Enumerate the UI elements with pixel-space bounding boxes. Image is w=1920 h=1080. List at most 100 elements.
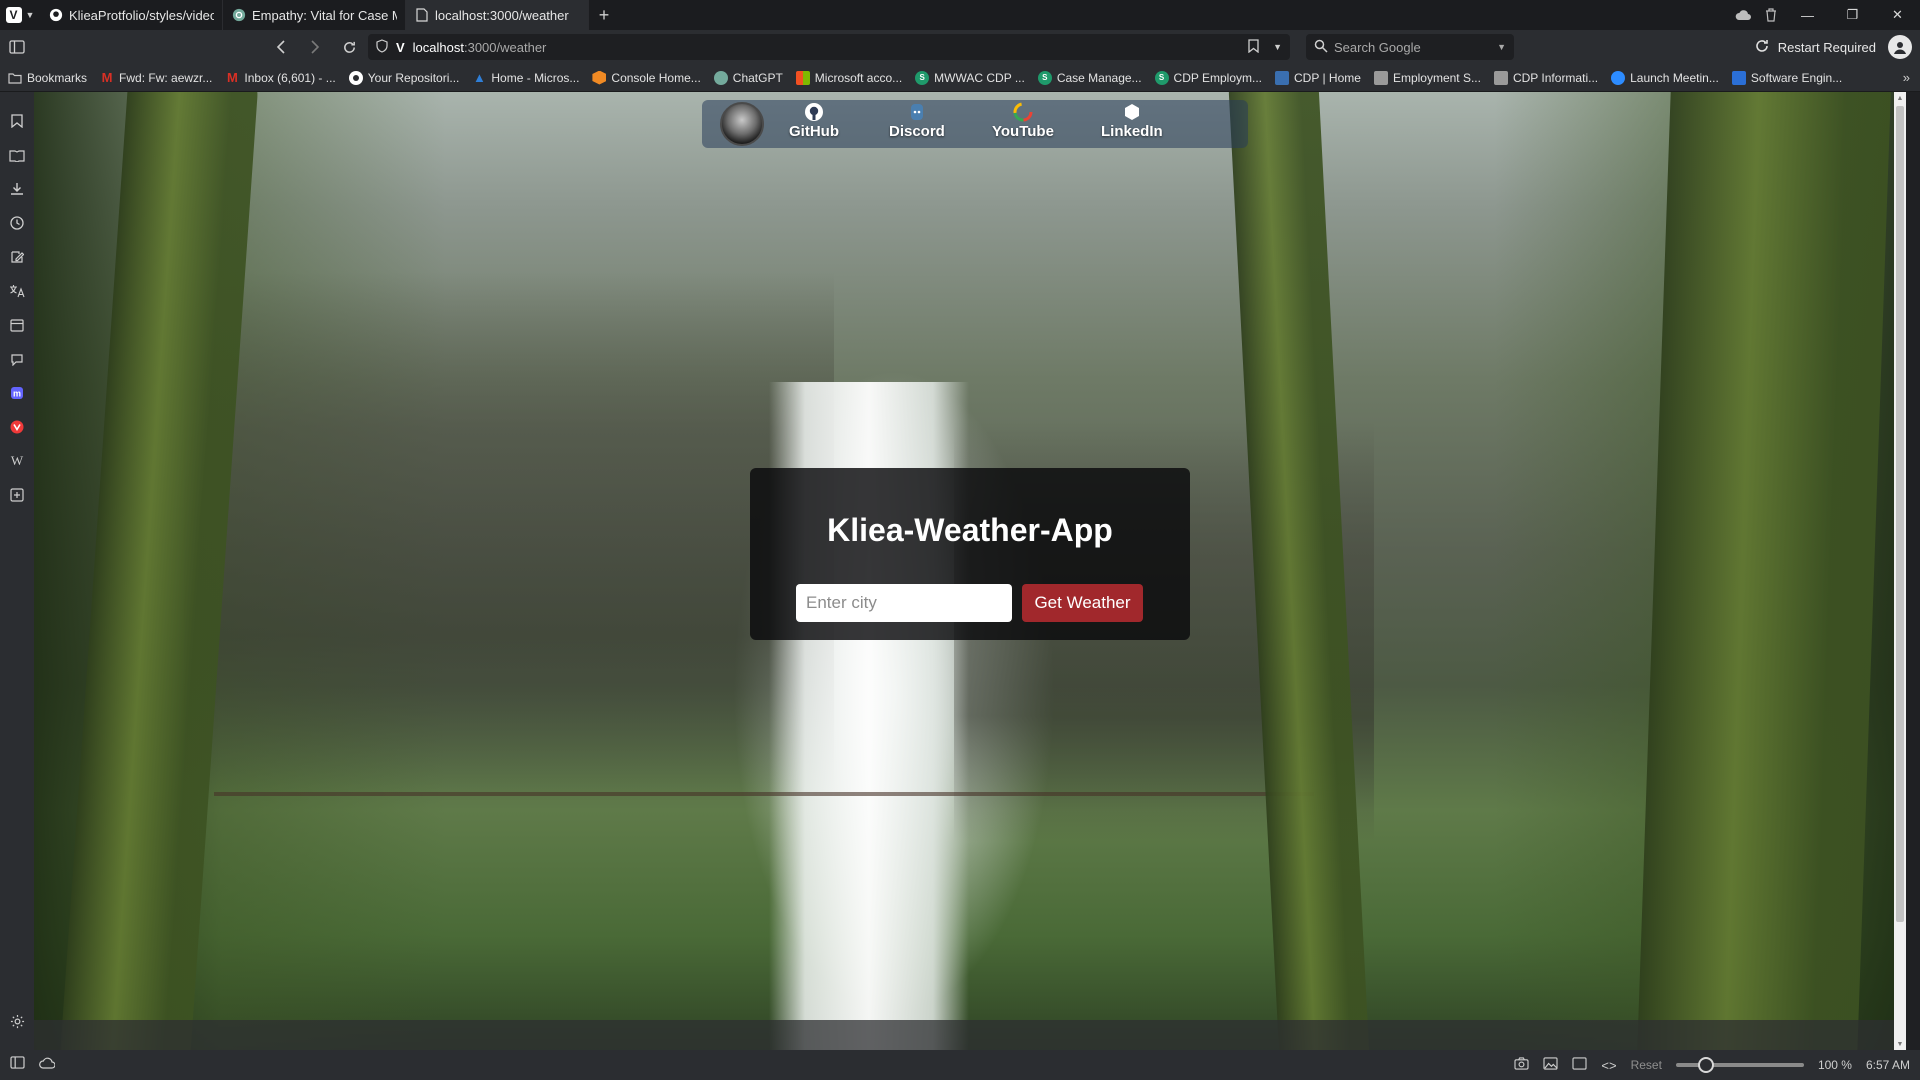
tab-chatgpt[interactable]: Empathy: Vital for Case Ma: [223, 0, 406, 30]
zoom-slider[interactable]: [1675, 1057, 1804, 1073]
side-panel: m W: [0, 92, 34, 1050]
capture-camera-icon[interactable]: [1514, 1057, 1529, 1073]
image-toggle-icon[interactable]: [1543, 1057, 1558, 1073]
bookmark-item[interactable]: ChatGPT: [713, 70, 783, 85]
forward-button[interactable]: [298, 30, 332, 64]
bookmark-item[interactable]: S Case Manage...: [1037, 70, 1142, 85]
s-icon: S: [1037, 70, 1052, 85]
bookmark-item[interactable]: Software Engin...: [1731, 70, 1843, 85]
bookmark-item[interactable]: M Inbox (6,601) - ...: [225, 70, 336, 85]
tab-label: localhost:3000/weather: [435, 7, 569, 23]
github-icon: [348, 70, 363, 85]
discord-icon: [907, 102, 927, 122]
back-button[interactable]: [264, 30, 298, 64]
new-tab-button[interactable]: +: [589, 0, 619, 30]
bookmarks-bar: Bookmarks M Fwd: Fw: aewzr... M Inbox (6,6…: [0, 64, 1920, 92]
scroll-up-arrow-icon[interactable]: ▲: [1896, 94, 1904, 102]
page-actions-icon[interactable]: <>: [1601, 1058, 1616, 1073]
youtube-label: YouTube: [992, 123, 1054, 140]
city-input[interactable]: [796, 584, 1012, 622]
bookmark-folder[interactable]: Bookmarks: [8, 71, 87, 85]
web-page-viewport: GitHub Discord YouTube LinkedIn Kliea-We…: [34, 92, 1906, 1050]
bookmark-item[interactable]: CDP | Home: [1275, 70, 1361, 85]
get-weather-button[interactable]: Get Weather: [1022, 584, 1143, 622]
github-link[interactable]: GitHub: [789, 102, 839, 140]
bookmarks-panel-icon[interactable]: [0, 104, 34, 138]
mastodon-icon[interactable]: m: [0, 376, 34, 410]
github-icon: [48, 8, 63, 23]
bookmark-item[interactable]: S CDP Employm...: [1154, 70, 1262, 85]
feeds-icon[interactable]: [0, 342, 34, 376]
bookmark-item[interactable]: Console Home...: [592, 70, 701, 85]
add-panel-icon[interactable]: [0, 478, 34, 512]
bookmark-item[interactable]: Employment S...: [1373, 70, 1481, 85]
cloud-sync-icon[interactable]: [1729, 0, 1757, 30]
linkedin-icon: [1122, 102, 1142, 122]
page-footer-band: [34, 1020, 1906, 1050]
scrollbar-thumb[interactable]: [1896, 106, 1904, 922]
minimize-button[interactable]: —: [1785, 0, 1830, 30]
bookmark-item[interactable]: Your Repositori...: [348, 70, 459, 85]
bookmark-item[interactable]: Microsoft acco...: [795, 70, 902, 85]
bookmark-item[interactable]: CDP Informati...: [1493, 70, 1598, 85]
calendar-icon[interactable]: [0, 308, 34, 342]
linkedin-label: LinkedIn: [1101, 123, 1163, 140]
profile-avatar[interactable]: [720, 102, 764, 146]
reload-button[interactable]: [332, 30, 366, 64]
cdp-icon: [1275, 70, 1290, 85]
downloads-icon[interactable]: [0, 172, 34, 206]
aws-icon: [592, 70, 607, 85]
bookmark-label: Software Engin...: [1750, 70, 1843, 85]
scroll-down-arrow-icon[interactable]: ▼: [1896, 1040, 1904, 1048]
chevron-down-icon[interactable]: ▼: [1497, 42, 1506, 52]
notes-icon[interactable]: [0, 240, 34, 274]
youtube-link[interactable]: YouTube: [992, 102, 1054, 140]
weather-card: Kliea-Weather-App Get Weather: [750, 468, 1190, 640]
bookmark-item[interactable]: ▲ Home - Micros...: [472, 70, 579, 85]
wikipedia-icon[interactable]: W: [0, 444, 34, 478]
s-icon: S: [915, 70, 930, 85]
bookmark-label: Bookmarks: [27, 70, 88, 85]
bookmark-label: MWWAC CDP ...: [934, 70, 1025, 85]
vivaldi-menu-button[interactable]: V ▼: [0, 0, 40, 30]
tab-weather[interactable]: localhost:3000/weather: [406, 0, 589, 30]
settings-gear-icon[interactable]: [0, 1004, 34, 1038]
zoom-slider-knob[interactable]: [1697, 1057, 1714, 1073]
bookmark-label: Employment S...: [1392, 70, 1481, 85]
restart-required-button[interactable]: Restart Required: [1754, 30, 1876, 64]
github-label: GitHub: [789, 123, 839, 140]
reading-list-icon[interactable]: [0, 138, 34, 172]
discord-link[interactable]: Discord: [889, 102, 945, 140]
translate-icon[interactable]: [0, 274, 34, 308]
tab-github[interactable]: KlieaProtfolio/styles/video.r: [40, 0, 223, 30]
panel-toggle-icon[interactable]: [0, 30, 34, 64]
panel-toggle-icon[interactable]: [10, 1056, 25, 1074]
gmail-icon: M: [101, 70, 113, 85]
vivaldi-social-icon[interactable]: [0, 410, 34, 444]
search-field[interactable]: Search Google ▼: [1306, 34, 1514, 60]
bookmark-item[interactable]: Launch Meetin...: [1611, 70, 1719, 85]
person-icon: [1731, 70, 1746, 85]
zoom-reset-button[interactable]: Reset: [1631, 1058, 1662, 1072]
profile-avatar-icon[interactable]: [1888, 35, 1912, 59]
bookmark-item[interactable]: S MWWAC CDP ...: [915, 70, 1025, 85]
url-field[interactable]: V localhost:3000/weather ▼: [368, 34, 1290, 60]
sync-cloud-icon[interactable]: [39, 1056, 56, 1074]
chevron-down-icon[interactable]: ▼: [1273, 42, 1282, 52]
bookmark-label: Inbox (6,601) - ...: [244, 70, 336, 85]
tab-strip: V ▼ KlieaProtfolio/styles/video.r Empath…: [0, 0, 1920, 30]
restore-button[interactable]: ❐: [1830, 0, 1875, 30]
page-scrollbar[interactable]: ▲ ▼: [1894, 92, 1906, 1050]
chatgpt-icon: [231, 8, 246, 23]
trash-icon[interactable]: [1757, 0, 1785, 30]
close-button[interactable]: ✕: [1875, 0, 1920, 30]
shield-icon[interactable]: [376, 38, 388, 56]
page-icon: [414, 8, 429, 23]
search-placeholder: Search Google: [1334, 39, 1421, 55]
more-bookmarks-icon[interactable]: »: [1903, 70, 1910, 85]
page-tiling-icon[interactable]: [1572, 1057, 1587, 1073]
bookmark-icon[interactable]: [1248, 38, 1259, 56]
history-icon[interactable]: [0, 206, 34, 240]
bookmark-item[interactable]: M Fwd: Fw: aewzr...: [100, 70, 213, 85]
linkedin-link[interactable]: LinkedIn: [1101, 102, 1163, 140]
